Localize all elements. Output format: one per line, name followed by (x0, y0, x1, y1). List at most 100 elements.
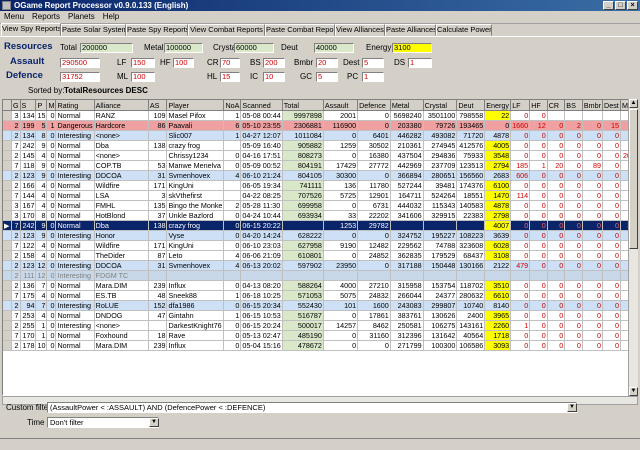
scroll-thumb[interactable] (629, 109, 638, 249)
row-selector[interactable] (3, 300, 12, 311)
spy-reports-grid[interactable]: G S P M Rating Alliance AS Player NoA Scanned Tota… (2, 99, 638, 396)
row-selector[interactable] (3, 160, 12, 171)
table-row[interactable]: 3 167 4 0 Normal FMHL 135 Bingo the Monke 2 05-28… (3, 200, 637, 211)
column-header[interactable]: Bmbr (582, 100, 604, 111)
row-selector[interactable] (3, 340, 12, 351)
table-row[interactable]: 2 94 7 0 Interesting RoLUE 152 dfa1986 0 06-15 20… (3, 300, 637, 311)
row-selector[interactable] (3, 200, 12, 211)
vertical-scrollbar[interactable]: ▲ ▼ (628, 99, 638, 396)
tab-view-combat-reports[interactable]: View Combat Reports (188, 24, 265, 36)
defence-power-field[interactable]: 31752 (60, 72, 100, 82)
table-row[interactable]: 2 166 4 0 Normal Wildfire 171 KingUni 06-05 19:3… (3, 180, 637, 191)
column-header[interactable]: Player (166, 100, 225, 111)
column-header[interactable]: HF (529, 100, 548, 111)
time-filter-select[interactable]: Don't filter (47, 417, 159, 428)
ic-field[interactable]: 10 (263, 72, 285, 82)
row-selector[interactable] (3, 250, 12, 261)
column-header[interactable]: P (35, 100, 48, 111)
column-header[interactable]: Scanned (240, 100, 283, 111)
table-row[interactable]: 2 111 12 0 Interesting FDGM TC (3, 270, 637, 281)
menu-item-reports[interactable]: Reports (28, 11, 64, 23)
minimize-button[interactable]: _ (603, 1, 614, 10)
table-row[interactable]: 3 170 8 0 Normal HotBlond 37 Unkle Bazlord 0 04-2… (3, 210, 637, 221)
row-selector[interactable] (3, 290, 12, 301)
table-row[interactable]: 2 255 1 0 Interesting <none> DarkestKnight76 0 0… (3, 320, 637, 331)
hf-field[interactable]: 100 (173, 58, 194, 68)
table-row[interactable]: 2 123 12 0 Interesting DDCOA 31 Svmenhovex 4 06-1… (3, 260, 637, 271)
pc-field[interactable]: 1 (362, 72, 384, 82)
table-row[interactable]: 2 178 10 0 Normal Mara.DIM 239 Influx 0 05-04 15:… (3, 340, 637, 351)
row-selector[interactable] (3, 240, 12, 251)
row-selector[interactable] (3, 190, 12, 201)
table-row[interactable]: 7 122 4 0 Normal Wildfire 171 KingUni 0 06-10 23:… (3, 240, 637, 251)
table-row[interactable]: 7 170 1 0 Normal Foxhound 18 Rave 0 05-13 02:47 48… (3, 330, 637, 341)
menu-item-menu[interactable]: Menu (0, 11, 28, 23)
column-header[interactable]: Defence (357, 100, 391, 111)
ml-field[interactable]: 100 (131, 72, 155, 82)
tab-paste-combat-reports[interactable]: Paste Combat Reports (265, 24, 335, 36)
table-row[interactable]: 2 123 9 0 Interesting DDCOA 31 Svmenhovex 4 06-10… (3, 170, 637, 181)
row-selector[interactable] (3, 330, 12, 341)
row-selector-arrow-icon[interactable]: ▶ (3, 220, 12, 231)
hl-field[interactable]: 15 (220, 72, 240, 82)
column-header[interactable]: Metal (390, 100, 424, 111)
table-row[interactable]: 2 123 9 0 Interesting Honor Vyse 0 04-20 14:24 62… (3, 230, 637, 241)
column-header[interactable]: Energy (484, 100, 512, 111)
column-header[interactable]: LF (510, 100, 531, 111)
column-header[interactable]: Alliance (94, 100, 149, 111)
table-row[interactable]: 7 144 4 0 Normal LSA 3 skVthefirst 04-22 08:25 70… (3, 190, 637, 201)
row-selector[interactable] (3, 140, 12, 151)
bmbr-field[interactable]: 20 (316, 58, 338, 68)
bs-field[interactable]: 200 (263, 58, 285, 68)
row-selector[interactable] (3, 260, 12, 271)
lf-field[interactable]: 150 (131, 58, 155, 68)
column-header[interactable]: Dest (602, 100, 621, 111)
cr-field[interactable]: 70 (220, 58, 240, 68)
tab-view-spy-reports[interactable]: View Spy Reports (1, 23, 61, 36)
metal-field[interactable]: 100000 (164, 43, 203, 53)
table-row[interactable]: 7 175 4 0 Normal ES.TB 48 Sneek88 1 06-18 10:25 57… (3, 290, 637, 301)
row-selector[interactable] (3, 120, 12, 131)
table-row[interactable]: 2 145 4 0 Normal <none> Chrissy1234 0 04-16 17:5… (3, 150, 637, 161)
time-filter-dropdown-icon[interactable]: ▼ (149, 418, 159, 427)
tab-paste-solar-system[interactable]: Paste Solar System (61, 24, 126, 36)
column-header[interactable]: Rating (55, 100, 95, 111)
row-selector[interactable] (3, 150, 12, 161)
total-field[interactable]: 200000 (80, 43, 133, 53)
dest-field[interactable]: 5 (362, 58, 384, 68)
table-row[interactable]: 7 253 4 0 Normal DNDOG 47 Gintahn 1 06-15 10:53 51… (3, 310, 637, 321)
menu-item-planets[interactable]: Planets (64, 11, 99, 23)
custom-filter-dropdown-icon[interactable]: ▼ (567, 403, 577, 412)
table-row[interactable]: 2 134 8 0 Interesting <none> Slic007 1 04-27 12:… (3, 130, 637, 141)
row-selector[interactable] (3, 170, 12, 181)
row-selector[interactable] (3, 310, 12, 321)
row-selector[interactable] (3, 280, 12, 291)
row-selector[interactable] (3, 270, 12, 281)
column-header[interactable]: NoA (223, 100, 242, 111)
column-header[interactable]: AS (148, 100, 168, 111)
tab-paste-alliances[interactable]: Paste Alliances (385, 24, 436, 36)
column-header[interactable]: CR (547, 100, 566, 111)
column-header[interactable]: S (20, 100, 37, 111)
column-header[interactable]: Assault (323, 100, 359, 111)
row-selector[interactable] (3, 180, 12, 191)
ds-field[interactable]: 1 (408, 58, 432, 68)
maximize-button[interactable]: □ (615, 1, 626, 10)
table-row[interactable]: 7 242 9 0 Normal Dba 138 crazy frog 05-09 16:40 9… (3, 140, 637, 151)
table-row[interactable]: 2 199 5 1 Dangerous Hardcore 86 Paavali 6 05-10 2… (3, 120, 637, 131)
crystal-field[interactable]: 60000 (234, 43, 274, 53)
gc-field[interactable]: 5 (316, 72, 338, 82)
table-row[interactable]: 2 136 7 0 Normal Mara.DIM 239 Influx 0 04-13 08:2… (3, 280, 637, 291)
assault-power-field[interactable]: 290500 (60, 58, 100, 68)
deut-field[interactable]: 40000 (314, 43, 354, 53)
column-header[interactable]: M (46, 100, 57, 111)
column-header[interactable]: BS (564, 100, 583, 111)
tab-paste-spy-reports[interactable]: Paste Spy Reports (126, 24, 188, 36)
scroll-down-arrow-icon[interactable]: ▼ (629, 387, 638, 396)
row-selector[interactable] (3, 210, 12, 221)
scroll-up-arrow-icon[interactable]: ▲ (629, 99, 638, 108)
tab-calculate-power[interactable]: Calculate Power (436, 24, 492, 36)
table-row[interactable]: 3 134 15 0 Normal RANZ 109 Masel Pifox 1 05-08 00… (3, 110, 637, 121)
row-selector[interactable] (3, 320, 12, 331)
tab-view-alliances[interactable]: View Alliances (335, 24, 385, 36)
